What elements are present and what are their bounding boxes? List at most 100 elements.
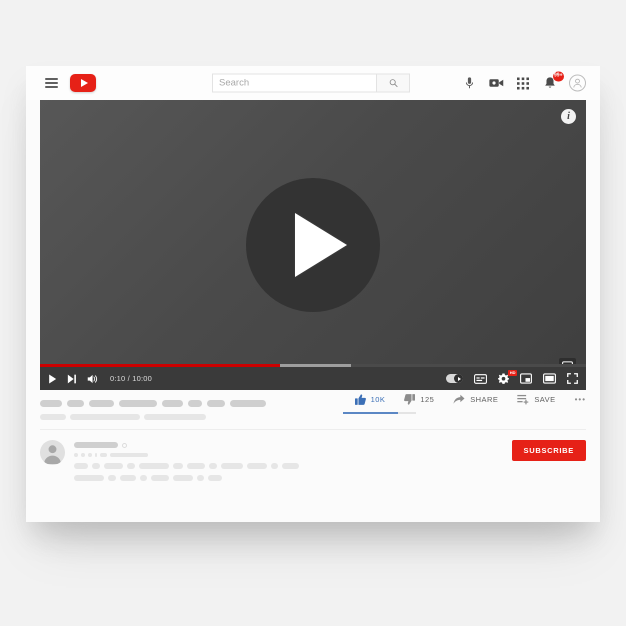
channel-name-placeholder [74,442,586,448]
placeholder-bar [139,463,169,469]
controls-right-group: HD [446,367,578,390]
share-label: SHARE [470,395,499,404]
placeholder-bar [230,400,266,407]
youtube-logo[interactable] [70,74,96,92]
placeholder-bar [271,463,278,469]
play-icon [295,213,347,277]
account-avatar[interactable] [569,74,586,92]
subscriber-count-placeholder [74,453,586,457]
header-icon-group: 99+ [461,71,586,92]
autoplay-toggle[interactable] [446,374,463,383]
placeholder-bar [151,475,169,481]
play-pause-button[interactable] [48,374,57,384]
placeholder-bar [88,453,92,457]
play-button-overlay[interactable] [246,178,380,312]
create-video-button[interactable] [488,75,504,91]
hamburger-icon[interactable] [45,78,58,88]
autoplay-toggle-knob [454,374,463,383]
volume-button[interactable] [87,374,98,384]
save-playlist-icon [517,394,529,405]
next-video-button[interactable] [67,374,77,384]
placeholder-bar [207,400,225,407]
play-icon [49,374,57,383]
placeholder-bar [140,475,147,481]
like-ratio-fill [343,412,398,414]
fullscreen-icon [567,373,578,384]
youtube-logo-triangle [80,79,88,87]
placeholder-bar [40,414,66,420]
save-label: SAVE [534,395,556,404]
miniplayer-button[interactable] [520,373,532,384]
like-button[interactable]: 10K [354,394,386,405]
dislike-count: 125 [420,395,435,404]
placeholder-bar [74,453,78,457]
placeholder-bar [104,463,123,469]
channel-section: SUBSCRIBE [26,430,600,481]
channel-avatar-icon [44,445,61,465]
next-track-icon [67,374,76,383]
controls-left-group: 0:10 / 10:00 [48,367,152,390]
volume-icon [87,374,98,383]
fullscreen-button[interactable] [567,373,578,384]
settings-quality-badge: HD [508,370,517,376]
thumbs-down-icon [404,394,416,405]
placeholder-bar [120,475,136,481]
settings-button[interactable]: HD [498,370,517,384]
theater-mode-icon [543,373,556,384]
placeholder-bar [162,400,183,407]
notifications-button[interactable]: 99+ [542,71,564,91]
channel-avatar[interactable] [40,440,65,465]
more-actions-button[interactable]: ••• [575,395,586,404]
player-controls: 0:10 / 10:00 HD [40,364,586,390]
video-player[interactable]: i 0:10 / 10:00 HD [40,100,586,390]
placeholder-bar [208,475,222,481]
page-root: 99+ i [0,0,626,626]
placeholder-bar [95,453,97,457]
dislike-button[interactable]: 125 [404,394,434,405]
placeholder-bar [74,463,88,469]
theater-mode-button[interactable] [543,373,556,384]
placeholder-bar [173,475,193,481]
search-button[interactable] [377,73,410,93]
placeholder-bar [108,475,116,481]
channel-name-bar [74,442,118,448]
like-count: 10K [370,395,386,404]
save-button[interactable]: SAVE [517,394,555,405]
microphone-icon [465,77,473,89]
subscribe-button[interactable]: SUBSCRIBE [511,440,586,461]
placeholder-bar [67,400,84,407]
subtitles-cc-icon [474,373,487,384]
channel-text-block [74,440,586,481]
share-button[interactable]: SHARE [453,394,498,405]
video-actions-bar: 10K 125 SHARE SAVE ••• [354,394,586,405]
notification-badge: 99+ [552,71,564,81]
autoplay-play-icon [457,376,461,381]
video-meta-section: 10K 125 SHARE SAVE ••• [26,390,600,430]
placeholder-bar [282,463,299,469]
placeholder-bar [197,475,204,481]
description-line-2 [74,475,586,481]
placeholder-bar [127,463,135,469]
search-bar [212,73,410,93]
placeholder-bar [188,400,202,407]
description-line-1 [74,463,586,469]
placeholder-bar [119,400,157,407]
video-timestamp: 0:10 / 10:00 [110,374,153,383]
microphone-button[interactable] [461,75,477,91]
thumbs-up-icon [354,394,366,405]
share-arrow-icon [453,394,465,404]
placeholder-bar [89,400,114,407]
video-info-button[interactable]: i [561,109,576,124]
search-icon [389,79,398,88]
search-input[interactable] [212,73,377,93]
like-ratio-bar [343,412,416,414]
placeholder-bar [100,453,107,457]
video-stats-placeholder [40,414,586,420]
placeholder-bar [209,463,217,469]
subtitles-button[interactable] [474,373,487,384]
placeholder-bar [247,463,267,469]
apps-grid-button[interactable] [515,75,531,91]
placeholder-bar [221,463,243,469]
placeholder-bar [70,414,140,420]
placeholder-bar [187,463,205,469]
